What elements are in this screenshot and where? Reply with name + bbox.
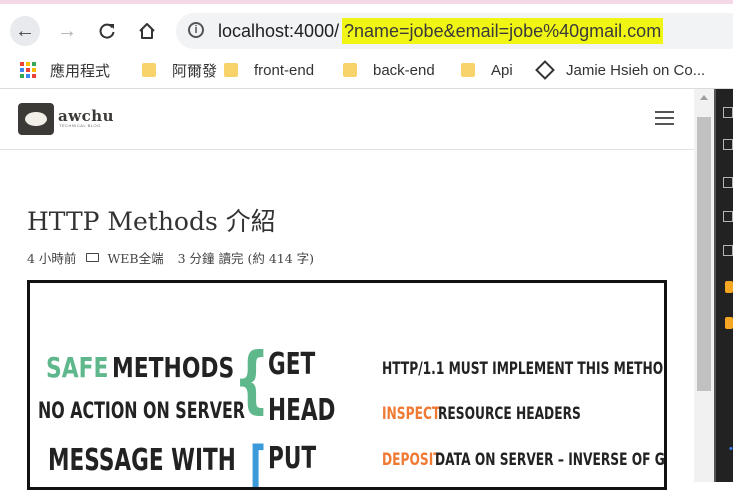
site-header: awchu TECHNICAL BLOG — [0, 89, 694, 150]
info-icon[interactable]: i — [188, 22, 204, 38]
devtools-panel-icon[interactable] — [723, 107, 733, 118]
post-meta: 4 小時前 WEB全端 3 分鐘 讀完 (約 414 字) — [27, 248, 314, 267]
hero-methods-text: METHODS — [112, 351, 235, 384]
hero-put-desc: DATA ON SERVER – INVERSE OF GET — [435, 450, 667, 470]
apps-grid-icon — [20, 62, 36, 78]
bookmark-folder-alpha[interactable]: 阿爾發 — [142, 60, 217, 80]
bookmark-apps[interactable]: 應用程式 — [20, 60, 110, 80]
address-bar[interactable]: i localhost:4000/ ?name=jobe&email=jobe%… — [176, 13, 733, 49]
sloth-logo-icon[interactable] — [18, 103, 54, 135]
folder-icon — [343, 63, 357, 77]
hero-head-desc: RESOURCE HEADERS — [438, 404, 581, 424]
hero-deposit-text: DEPOSIT — [382, 450, 442, 470]
devtools-dot-icon: • — [729, 443, 733, 455]
hero-put-text: PUT — [268, 441, 317, 476]
devtools-checkbox-icon[interactable] — [725, 281, 733, 293]
logo-subtext: TECHNICAL BLOG — [59, 123, 101, 128]
devtools-panel-icon[interactable] — [723, 211, 733, 222]
url-query-highlighted: ?name=jobe&email=jobe%40gmail.com — [342, 18, 664, 44]
hero-get-text: GET — [268, 347, 316, 382]
devtools-panel-icon[interactable] — [723, 177, 733, 188]
bookmarks-bar: 應用程式 阿爾發 front-end back-end Api Jamie Hs… — [0, 52, 733, 89]
hero-no-action-text: NO ACTION ON SERVER — [38, 399, 246, 424]
hero-safe-text: SAFE — [46, 351, 109, 384]
post-title[interactable]: HTTP Methods 介紹 — [27, 202, 276, 238]
scroll-up-arrow-icon[interactable] — [700, 95, 708, 100]
devtools-panel-icon[interactable] — [723, 245, 733, 256]
bookmark-label: front-end — [254, 61, 315, 79]
devtools-panel: • — [714, 89, 733, 482]
bookmark-folder-back-end[interactable]: back-end — [343, 60, 435, 80]
bookmark-folder-api[interactable]: Api — [461, 60, 513, 80]
forward-arrow-icon[interactable]: → — [52, 16, 82, 46]
hero-image: SAFE METHODS NO ACTION ON SERVER { GET H… — [27, 280, 667, 490]
devtools-panel-icon[interactable] — [723, 139, 733, 150]
hero-blue-bracket: [ — [249, 434, 266, 490]
devtools-divider[interactable] — [714, 89, 716, 482]
url-host: localhost:4000/ — [218, 21, 340, 41]
back-arrow-icon[interactable]: ← — [10, 16, 40, 46]
browser-toolbar: ← → i localhost:4000/ ?name=jobe&email=j… — [0, 0, 733, 56]
home-icon[interactable] — [132, 16, 162, 46]
codepen-icon — [535, 60, 555, 80]
bookmark-label: 應用程式 — [50, 62, 111, 80]
hero-get-desc: HTTP/1.1 MUST IMPLEMENT THIS METHOD — [382, 359, 667, 379]
bookmark-label: back-end — [373, 61, 435, 79]
folder-icon — [142, 63, 156, 77]
devtools-checkbox-icon[interactable] — [725, 317, 733, 329]
scrollbar-thumb[interactable] — [697, 117, 711, 391]
hero-head-text: HEAD — [268, 393, 336, 428]
hero-message-with-text: MESSAGE WITH — [48, 443, 236, 478]
bookmark-label: Api — [491, 61, 513, 79]
reload-icon[interactable] — [92, 16, 122, 46]
folder-icon — [224, 63, 238, 77]
folder-outline-icon — [86, 253, 100, 262]
hamburger-menu-icon[interactable] — [655, 111, 674, 125]
post-time: 4 小時前 — [27, 251, 77, 266]
post-category-link[interactable]: WEB全端 — [107, 248, 163, 267]
bookmark-folder-front-end[interactable]: front-end — [224, 60, 314, 80]
bookmark-label: 阿爾發 — [172, 62, 218, 80]
hero-inspect-text: INSPECT — [382, 404, 441, 424]
hero-green-brace: { — [233, 337, 270, 421]
page-scrollbar[interactable] — [694, 89, 714, 482]
bookmark-label: Jamie Hsieh on Co... — [566, 61, 706, 79]
post-reading-time: 3 分鐘 讀完 (約 414 字) — [177, 251, 315, 266]
folder-icon — [461, 63, 475, 77]
bookmark-codepen[interactable]: Jamie Hsieh on Co... — [535, 60, 706, 80]
